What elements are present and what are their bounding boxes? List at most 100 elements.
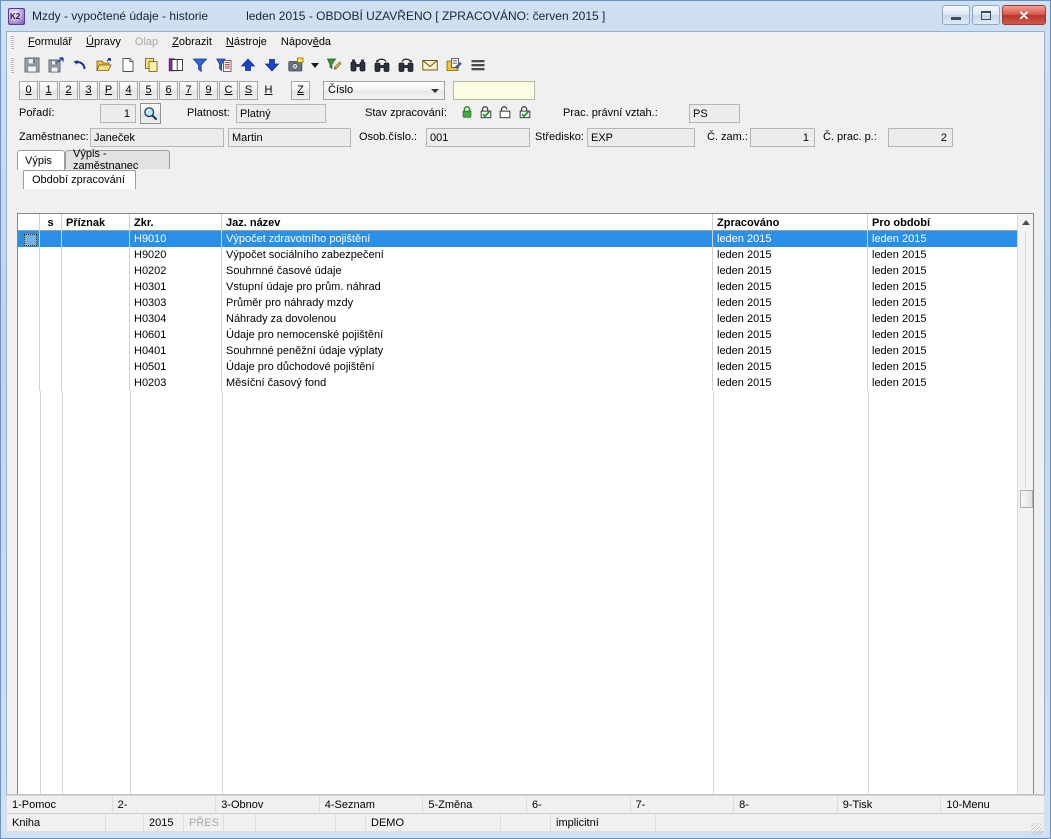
magnifier-button[interactable] bbox=[140, 103, 161, 124]
binoculars-next-icon[interactable] bbox=[395, 55, 416, 76]
c-zam-field[interactable]: 1 bbox=[750, 128, 815, 147]
grid-header-pro-obdobi[interactable]: Pro období bbox=[868, 214, 1019, 231]
menu-nastroje[interactable]: Nástroje bbox=[219, 34, 274, 50]
fkey-cell[interactable]: 5-Změna bbox=[423, 795, 527, 814]
table-row[interactable]: H9020 Výpočet sociálního zabezpečení leden… bbox=[18, 247, 1033, 263]
subtab-obdobi-zpracovani[interactable]: Období zpracování bbox=[23, 170, 136, 189]
close-button[interactable]: ✕ bbox=[1002, 5, 1046, 25]
zamestnanec-name-field[interactable]: Martin bbox=[228, 128, 351, 147]
search-input[interactable] bbox=[453, 80, 535, 100]
sort-combo-value: Číslo bbox=[328, 84, 354, 96]
new-document-icon[interactable] bbox=[117, 55, 138, 76]
minimize-icon bbox=[951, 16, 961, 20]
menu-zobrazit[interactable]: Zobrazit bbox=[165, 34, 219, 50]
window-controls: ✕ bbox=[942, 5, 1046, 25]
letter-button-0[interactable]: 0 bbox=[19, 80, 38, 100]
sort-combo[interactable]: Číslo bbox=[323, 80, 445, 100]
table-row[interactable]: H0203 Měsíční časový fond leden 2015 leden … bbox=[18, 375, 1033, 391]
platnost-field[interactable]: Platný bbox=[236, 104, 326, 123]
fkey-cell[interactable]: 6- bbox=[526, 795, 631, 814]
letter-button-p[interactable]: P bbox=[99, 80, 118, 100]
copy-icon[interactable] bbox=[141, 55, 162, 76]
fkey-cell[interactable]: 1-Pomoc bbox=[6, 795, 113, 814]
fkey-cell[interactable]: 2- bbox=[112, 795, 217, 814]
fkey-cell[interactable]: 10-Menu bbox=[941, 795, 1045, 814]
cell-zkr: H0203 bbox=[130, 375, 222, 391]
arrow-down-icon[interactable] bbox=[261, 55, 282, 76]
table-row[interactable]: H9010 Výpočet zdravotního pojištění leden … bbox=[18, 231, 1033, 247]
fkey-cell[interactable]: 4-Seznam bbox=[319, 795, 424, 814]
table-row[interactable]: H0202 Souhrnné časové údaje leden 2015 lede… bbox=[18, 263, 1033, 279]
grid-vertical-scrollbar[interactable] bbox=[1017, 214, 1033, 817]
filter-icon[interactable] bbox=[189, 55, 210, 76]
scroll-up-button[interactable] bbox=[1018, 214, 1033, 230]
cell-zpracovano: leden 2015 bbox=[713, 375, 868, 391]
c-prac-p-field[interactable]: 2 bbox=[888, 128, 953, 147]
table-row[interactable]: H0601 Údaje pro nemocenské pojištění leden… bbox=[18, 327, 1033, 343]
save-export-icon[interactable] bbox=[45, 55, 66, 76]
arrow-up-icon[interactable] bbox=[237, 55, 258, 76]
tab-vypis-zamestnanec[interactable]: Výpis - zaměstnanec bbox=[65, 148, 170, 172]
letter-button-h[interactable]: H bbox=[259, 81, 278, 100]
binoculars-icon[interactable] bbox=[347, 55, 368, 76]
cell-zpracovano: leden 2015 bbox=[713, 263, 868, 279]
minimize-button[interactable] bbox=[942, 5, 970, 25]
open-folder-icon[interactable] bbox=[93, 55, 114, 76]
binoculars-back-icon[interactable] bbox=[371, 55, 392, 76]
cell-priznak bbox=[62, 247, 130, 263]
save-icon[interactable] bbox=[21, 55, 42, 76]
table-row[interactable]: H0401 Souhrnné peněžní údaje výplaty leden… bbox=[18, 343, 1033, 359]
grid-sep-6 bbox=[868, 391, 869, 817]
grid-header-zpracovano[interactable]: Zpracováno bbox=[713, 214, 868, 231]
mail-icon[interactable] bbox=[419, 55, 440, 76]
fkey-cell[interactable]: 9-Tisk bbox=[837, 795, 942, 814]
table-row[interactable]: H0304 Náhrady za dovolenou leden 2015 leden… bbox=[18, 311, 1033, 327]
letter-button-1[interactable]: 1 bbox=[39, 80, 58, 100]
resize-grip[interactable] bbox=[1031, 823, 1043, 835]
letter-button-2[interactable]: 2 bbox=[59, 80, 78, 100]
status-cell: PŘES bbox=[184, 813, 224, 832]
menu-lines-icon[interactable] bbox=[467, 55, 488, 76]
fkey-cell[interactable]: 3-Obnov bbox=[216, 795, 320, 814]
grid-header-marker[interactable] bbox=[18, 214, 40, 231]
dropdown-arrow-icon[interactable] bbox=[309, 55, 320, 76]
grid-header-zkr[interactable]: Zkr. bbox=[130, 214, 222, 231]
fkey-cell[interactable]: 8- bbox=[734, 795, 838, 814]
menu-upravy[interactable]: Úpravy bbox=[79, 34, 128, 50]
prac-pravni-vztah-field[interactable]: PS bbox=[689, 104, 740, 123]
fkey-cell[interactable]: 7- bbox=[630, 795, 735, 814]
filter-list-icon[interactable] bbox=[213, 55, 234, 76]
grid-header-s[interactable]: s bbox=[40, 214, 62, 231]
camera-icon[interactable] bbox=[285, 55, 306, 76]
grid-header-jaz-nazev[interactable]: Jaz. název bbox=[222, 214, 713, 231]
letter-button-5[interactable]: 5 bbox=[139, 80, 158, 100]
maximize-button[interactable] bbox=[972, 5, 1000, 25]
tab-vypis[interactable]: Výpis bbox=[17, 150, 65, 170]
letter-button-s[interactable]: S bbox=[239, 80, 258, 100]
letter-button-4[interactable]: 4 bbox=[119, 80, 138, 100]
letter-button-7[interactable]: 7 bbox=[179, 80, 198, 100]
grid-header-priznak[interactable]: Příznak bbox=[62, 214, 130, 231]
letter-button-3[interactable]: 3 bbox=[79, 80, 98, 100]
cell-priznak bbox=[62, 359, 130, 375]
undo-icon[interactable] bbox=[69, 55, 90, 76]
letter-button-z[interactable]: Z bbox=[291, 80, 310, 100]
edit-pencil-icon[interactable] bbox=[323, 55, 344, 76]
letter-button-6[interactable]: 6 bbox=[159, 80, 178, 100]
book-icon[interactable] bbox=[165, 55, 186, 76]
table-row[interactable]: H0303 Průměr pro náhrady mzdy leden 2015 le… bbox=[18, 295, 1033, 311]
c-prac-p-label: Č. prac. p.: bbox=[823, 131, 877, 143]
stredisko-field[interactable]: EXP bbox=[587, 128, 695, 147]
edit-document-icon[interactable] bbox=[443, 55, 464, 76]
menu-napoveda[interactable]: Nápověda bbox=[274, 34, 338, 50]
menu-formular[interactable]: Formulář bbox=[21, 34, 79, 50]
scrollbar-thumb[interactable] bbox=[1020, 490, 1033, 508]
zamestnanec-surname-field[interactable]: Janeček bbox=[90, 128, 224, 147]
poradi-field[interactable]: 1 bbox=[100, 104, 136, 123]
cell-priznak bbox=[62, 375, 130, 391]
table-row[interactable]: H0301 Vstupní údaje pro prům. náhrad leden… bbox=[18, 279, 1033, 295]
letter-button-9[interactable]: 9 bbox=[199, 80, 218, 100]
letter-button-c[interactable]: C bbox=[219, 80, 238, 100]
table-row[interactable]: H0501 Údaje pro důchodové pojištění leden … bbox=[18, 359, 1033, 375]
osob-cislo-field[interactable]: 001 bbox=[426, 128, 530, 147]
